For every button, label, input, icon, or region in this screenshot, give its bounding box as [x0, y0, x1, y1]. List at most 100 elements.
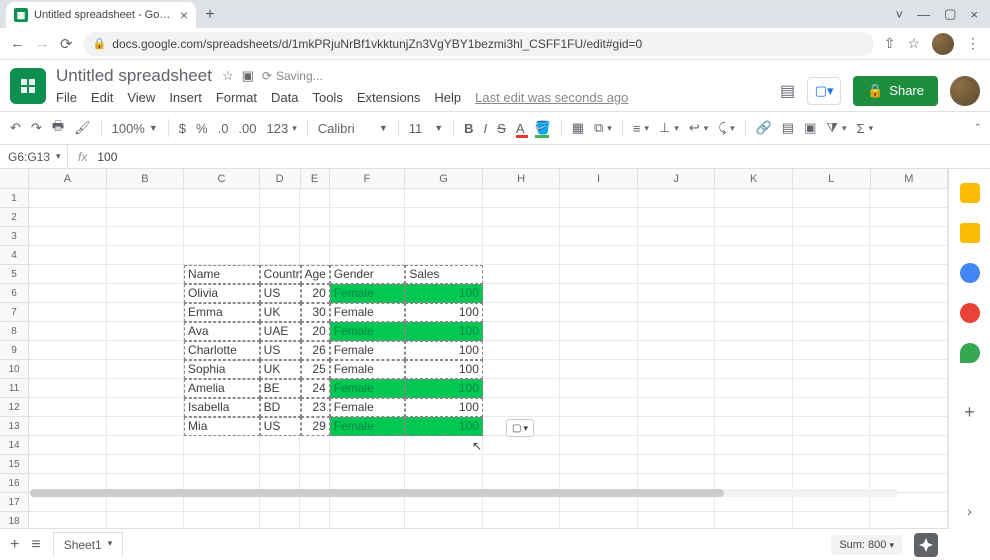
- cell[interactable]: [29, 189, 107, 208]
- print-icon[interactable]: 🖶: [52, 117, 64, 139]
- cell[interactable]: [483, 455, 561, 474]
- cell[interactable]: [483, 246, 561, 265]
- cell[interactable]: [300, 189, 329, 208]
- col-header-E[interactable]: E: [301, 169, 330, 188]
- cell[interactable]: Isabella: [184, 398, 260, 417]
- cell[interactable]: 100: [405, 303, 483, 322]
- cell[interactable]: [793, 265, 871, 284]
- cell[interactable]: [29, 208, 107, 227]
- cell[interactable]: 30: [301, 303, 330, 322]
- cell[interactable]: [300, 436, 329, 455]
- decrease-decimal[interactable]: .0: [218, 121, 229, 136]
- cell[interactable]: [715, 360, 793, 379]
- cell[interactable]: [638, 208, 716, 227]
- comment-icon[interactable]: ▤: [782, 120, 794, 136]
- cell[interactable]: Amelia: [184, 379, 260, 398]
- col-header-A[interactable]: A: [29, 169, 107, 188]
- cell[interactable]: [715, 246, 793, 265]
- row-header[interactable]: 14: [0, 436, 29, 455]
- cell[interactable]: UK: [260, 303, 301, 322]
- cell[interactable]: [107, 398, 185, 417]
- cell[interactable]: [29, 341, 107, 360]
- explore-button[interactable]: [914, 533, 938, 557]
- cell[interactable]: Age: [301, 265, 330, 284]
- new-tab-button[interactable]: +: [196, 2, 224, 28]
- cell[interactable]: [29, 398, 107, 417]
- cell[interactable]: [29, 265, 107, 284]
- col-header-F[interactable]: F: [330, 169, 406, 188]
- col-header-I[interactable]: I: [560, 169, 638, 188]
- cell[interactable]: [300, 227, 329, 246]
- contacts-icon[interactable]: [960, 303, 980, 323]
- cell[interactable]: [793, 455, 871, 474]
- cell[interactable]: [300, 208, 329, 227]
- cell[interactable]: [184, 208, 260, 227]
- cell[interactable]: [405, 455, 483, 474]
- row-header[interactable]: 16: [0, 474, 29, 493]
- cell[interactable]: [793, 227, 871, 246]
- sheets-logo-icon[interactable]: [10, 68, 46, 104]
- cell[interactable]: [638, 341, 716, 360]
- row-header[interactable]: 11: [0, 379, 29, 398]
- row-header[interactable]: 2: [0, 208, 29, 227]
- cell[interactable]: [793, 360, 871, 379]
- cell[interactable]: Olivia: [184, 284, 260, 303]
- cell[interactable]: [483, 189, 561, 208]
- cell[interactable]: [638, 284, 716, 303]
- cell[interactable]: [483, 341, 561, 360]
- cell[interactable]: [560, 417, 638, 436]
- cell[interactable]: [793, 436, 871, 455]
- cell[interactable]: [638, 246, 716, 265]
- cell[interactable]: [260, 455, 301, 474]
- cell[interactable]: [638, 417, 716, 436]
- cell[interactable]: Sophia: [184, 360, 260, 379]
- cell[interactable]: [107, 303, 185, 322]
- functions-icon[interactable]: Σ▾: [857, 121, 874, 136]
- cell[interactable]: [560, 322, 638, 341]
- cell[interactable]: [405, 208, 483, 227]
- formula-bar[interactable]: 100: [97, 150, 117, 164]
- cell[interactable]: [107, 360, 185, 379]
- menu-help[interactable]: Help: [434, 90, 461, 105]
- cell[interactable]: 100: [405, 322, 483, 341]
- fill-color-icon[interactable]: 🪣: [535, 120, 551, 136]
- zoom-select[interactable]: 100%▼: [112, 121, 158, 136]
- cell[interactable]: [638, 398, 716, 417]
- sheet-tab[interactable]: Sheet1▾: [53, 532, 124, 557]
- back-icon[interactable]: ←: [10, 35, 25, 52]
- cell[interactable]: [184, 246, 260, 265]
- cell[interactable]: [29, 436, 107, 455]
- cell[interactable]: [560, 436, 638, 455]
- cell[interactable]: 26: [301, 341, 330, 360]
- cell[interactable]: [405, 512, 483, 529]
- col-header-G[interactable]: G: [405, 169, 483, 188]
- col-header-J[interactable]: J: [638, 169, 716, 188]
- col-header-K[interactable]: K: [715, 169, 793, 188]
- cell[interactable]: [330, 189, 406, 208]
- cell[interactable]: [300, 512, 329, 529]
- redo-icon[interactable]: ↷: [31, 120, 42, 136]
- doc-title[interactable]: Untitled spreadsheet: [56, 66, 212, 86]
- cell[interactable]: [260, 436, 301, 455]
- row-header[interactable]: 18: [0, 512, 29, 529]
- cell[interactable]: [638, 512, 716, 529]
- cell[interactable]: Emma: [184, 303, 260, 322]
- cell[interactable]: [330, 512, 406, 529]
- borders-icon[interactable]: ▦: [572, 120, 584, 136]
- cell[interactable]: US: [260, 341, 301, 360]
- row-header[interactable]: 3: [0, 227, 29, 246]
- cell[interactable]: [330, 436, 406, 455]
- cell[interactable]: [638, 265, 716, 284]
- cell[interactable]: [483, 398, 561, 417]
- cell[interactable]: [107, 322, 185, 341]
- present-button[interactable]: ▢▾: [807, 77, 841, 105]
- cell[interactable]: [638, 455, 716, 474]
- h-align-icon[interactable]: ≡▾: [633, 121, 649, 136]
- cell[interactable]: [483, 208, 561, 227]
- cell[interactable]: Female: [330, 322, 406, 341]
- format-percent[interactable]: %: [196, 121, 208, 136]
- cell[interactable]: Sales: [405, 265, 483, 284]
- cell[interactable]: [330, 208, 406, 227]
- menu-format[interactable]: Format: [216, 90, 257, 105]
- window-minimize-icon[interactable]: —: [917, 7, 930, 22]
